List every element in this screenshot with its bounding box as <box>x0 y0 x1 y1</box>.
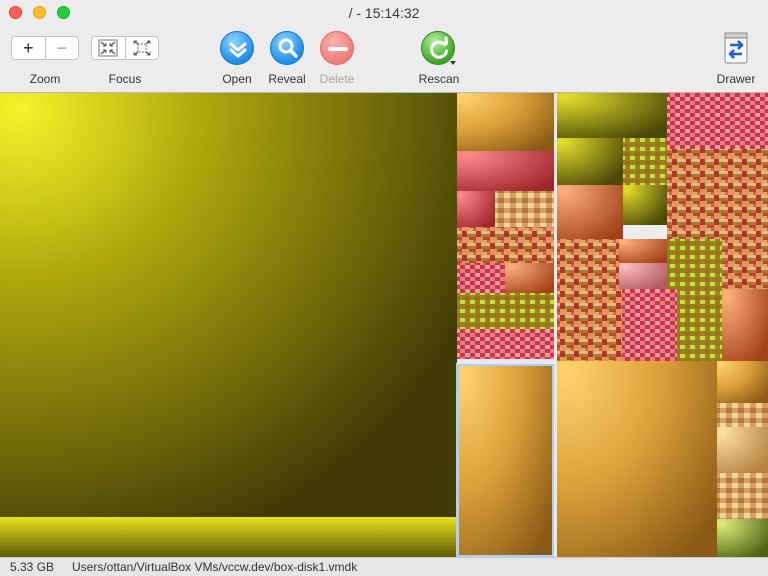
status-bar: 5.33 GB Users/ottan/VirtualBox VMs/vccw.… <box>0 557 768 576</box>
delete-button[interactable] <box>320 31 354 65</box>
treemap-block[interactable] <box>457 329 554 359</box>
zoom-control: + − <box>11 36 79 60</box>
minus-icon <box>328 47 348 51</box>
treemap-block[interactable] <box>457 293 554 329</box>
treemap-block[interactable] <box>623 185 667 225</box>
treemap-divider <box>554 93 557 364</box>
treemap-block[interactable] <box>457 151 554 191</box>
treemap-block[interactable] <box>667 93 768 149</box>
treemap-divider <box>554 364 557 557</box>
treemap-block[interactable] <box>667 149 768 239</box>
rescan-button[interactable] <box>421 31 456 65</box>
disk-treemap[interactable] <box>0 93 768 557</box>
zoom-in-button[interactable]: + <box>12 37 45 59</box>
treemap-block[interactable] <box>557 93 667 138</box>
treemap-block-large-file[interactable] <box>0 93 457 517</box>
app-window: / - 15:14:32 + − Zoom Focus Open Reveal … <box>0 0 768 576</box>
selected-path: Users/ottan/VirtualBox VMs/vccw.dev/box-… <box>72 560 358 574</box>
treemap-block[interactable] <box>717 519 768 557</box>
treemap-block[interactable] <box>557 185 623 239</box>
selected-size: 5.33 GB <box>10 560 55 574</box>
reveal-button[interactable] <box>270 31 304 65</box>
treemap-block[interactable] <box>717 427 768 473</box>
focus-in-button[interactable] <box>92 37 125 59</box>
treemap-block-selected[interactable] <box>457 364 554 557</box>
treemap-block[interactable] <box>557 361 717 557</box>
window-title: / - 15:14:32 <box>348 5 420 21</box>
focus-out-button[interactable] <box>124 37 159 59</box>
treemap-block[interactable] <box>717 361 768 403</box>
zoom-out-button[interactable]: − <box>44 37 79 59</box>
drawer-button[interactable] <box>722 32 750 64</box>
treemap-block[interactable] <box>495 191 554 227</box>
delete-label: Delete <box>319 72 355 86</box>
treemap-block[interactable] <box>457 191 495 227</box>
treemap-block[interactable] <box>457 263 505 293</box>
swap-arrows-icon <box>724 32 748 64</box>
treemap-block[interactable] <box>505 263 554 293</box>
open-button[interactable] <box>220 31 254 65</box>
treemap-block[interactable] <box>557 138 623 185</box>
treemap-block[interactable] <box>619 239 667 263</box>
open-label: Open <box>222 72 252 86</box>
treemap-block[interactable] <box>457 227 554 263</box>
treemap-block[interactable] <box>677 289 722 361</box>
treemap-block[interactable] <box>667 239 722 289</box>
treemap-block[interactable] <box>722 289 768 361</box>
treemap-block-strip[interactable] <box>0 517 457 557</box>
reveal-label: Reveal <box>268 72 306 86</box>
zoom-label: Zoom <box>29 72 61 86</box>
title-bar: / - 15:14:32 <box>0 0 768 28</box>
focus-in-icon <box>98 39 118 57</box>
drawer-label: Drawer <box>716 72 756 86</box>
refresh-icon <box>430 36 456 65</box>
focus-out-icon <box>133 40 151 56</box>
toolbar: + − Zoom Focus Open Reveal Delete Rescan… <box>0 28 768 93</box>
focus-label: Focus <box>108 72 142 86</box>
treemap-block[interactable] <box>457 93 554 151</box>
rescan-label: Rescan <box>418 72 460 86</box>
treemap-block[interactable] <box>557 239 619 289</box>
treemap-block[interactable] <box>717 403 768 427</box>
focus-control <box>91 36 159 60</box>
open-chevron-icon <box>229 42 247 58</box>
magnifier-icon <box>278 38 298 58</box>
treemap-block[interactable] <box>622 289 677 361</box>
treemap-block[interactable] <box>557 289 622 361</box>
treemap-block[interactable] <box>623 138 667 185</box>
treemap-block[interactable] <box>722 239 768 289</box>
treemap-block[interactable] <box>619 263 667 289</box>
treemap-divider <box>457 359 554 364</box>
treemap-block[interactable] <box>717 473 768 519</box>
